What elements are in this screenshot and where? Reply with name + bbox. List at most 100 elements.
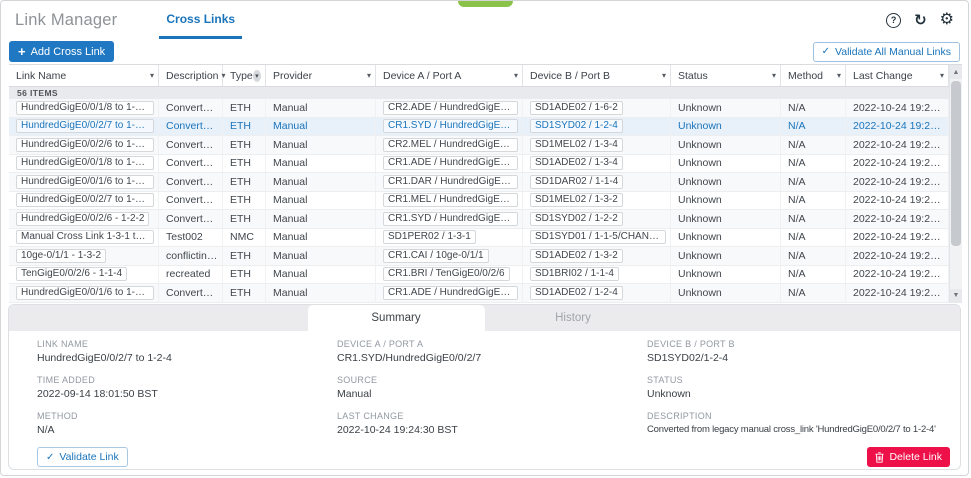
- cell-method: N/A: [781, 155, 846, 173]
- link-name-chip: Manual Cross Link 1-3-1 to 1-1-5/CHA...: [16, 230, 154, 244]
- table-row[interactable]: HundredGigE0/0/2/6 - 1-2-2 Converted fr.…: [9, 210, 949, 229]
- cell-type: NMC: [223, 229, 266, 247]
- cell-status: Unknown: [671, 155, 781, 173]
- tab-cross-links[interactable]: Cross Links: [159, 1, 242, 39]
- detail-tabstrip: Summary History: [9, 305, 960, 331]
- cell-link-name: HundredGigE0/0/1/6 to 1-2-4: [9, 284, 159, 302]
- vertical-scrollbar[interactable]: ▲ ▼: [949, 65, 962, 303]
- column-header-description[interactable]: Description▾: [159, 65, 223, 86]
- table-row[interactable]: HundredGigE0/0/1/6 to 1-1-4 Converted fr…: [9, 173, 949, 192]
- cell-status: Unknown: [671, 136, 781, 154]
- cell-description: Test002: [159, 229, 223, 247]
- cell-last-change: 2022-10-24 19:24:30 BST: [846, 247, 949, 265]
- cell-last-change: 2022-10-24 19:24:30 BST: [846, 136, 949, 154]
- device-a-chip: CR1.BRI / TenGigE0/0/2/6: [383, 267, 510, 281]
- device-b-chip: SD1ADE02 / 1-2-4: [530, 286, 623, 300]
- column-header-device-b[interactable]: Device B / Port B▾: [523, 65, 671, 86]
- tab-summary[interactable]: Summary: [308, 305, 485, 331]
- cell-device-b: SD1ADE02 / 1-2-4: [523, 284, 671, 302]
- detail-buttons: ✓ Validate Link Delete Link: [9, 447, 960, 470]
- table-row[interactable]: HundredGigE0/0/1/6 to 1-2-4 Converted fr…: [9, 284, 949, 303]
- chevron-down-icon: ▾: [659, 71, 666, 80]
- cell-status: Unknown: [671, 229, 781, 247]
- column-header-status[interactable]: Status▾: [671, 65, 781, 86]
- link-name-chip: 10ge-0/1/1 - 1-3-2: [16, 249, 106, 263]
- cell-provider: Manual: [266, 99, 376, 117]
- device-a-chip: CR2.MEL / HundredGigE0/0/2/6: [383, 138, 518, 152]
- cell-device-a: CR1.DAR / HundredGigE0/0/1/6: [376, 173, 523, 191]
- cell-last-change: 2022-10-24 19:24:30 BST: [846, 210, 949, 228]
- scrollbar-thumb[interactable]: [951, 81, 961, 246]
- cell-description: Converted fr...: [159, 173, 223, 191]
- table-row[interactable]: HundredGigE0/0/1/8 to 1-6-2 Converted fr…: [9, 99, 949, 118]
- detail-field-status: STATUS Unknown: [647, 375, 948, 400]
- device-a-chip: CR1.DAR / HundredGigE0/0/1/6: [383, 175, 518, 189]
- scrollbar-up-button[interactable]: ▲: [950, 65, 962, 79]
- column-header-type[interactable]: Type▾: [223, 65, 266, 86]
- field-label: SOURCE: [337, 375, 647, 385]
- table-row[interactable]: 10ge-0/1/1 - 1-3-2 conflicting w... ETH …: [9, 247, 949, 266]
- cell-device-a: CR1.SYD / HundredGigE0/0/2/7: [376, 118, 523, 136]
- settings-icon[interactable]: ⚙: [940, 12, 954, 28]
- device-b-chip: SD1SYD02 / 1-2-2: [530, 212, 623, 226]
- refresh-icon[interactable]: ↻: [914, 13, 927, 28]
- filter-icon[interactable]: ▾: [253, 70, 261, 82]
- column-header-device-a[interactable]: Device A / Port A▾: [376, 65, 523, 86]
- table-row[interactable]: HundredGigE0/0/2/6 to 1-3-4 Converted fr…: [9, 136, 949, 155]
- validate-link-button[interactable]: ✓ Validate Link: [37, 447, 128, 467]
- chevron-down-icon: ▾: [937, 71, 944, 80]
- detail-column-left: LINK NAME HundredGigE0/0/2/7 to 1-2-4 TI…: [37, 339, 337, 447]
- cell-type: ETH: [223, 247, 266, 265]
- cell-provider: Manual: [266, 284, 376, 302]
- table-body: HundredGigE0/0/1/8 to 1-6-2 Converted fr…: [9, 99, 949, 303]
- table-header: Link Name▾ Description▾ Type▾ Provider▾ …: [9, 65, 949, 87]
- table-row[interactable]: Manual Cross Link 1-3-1 to 1-1-5/CHA... …: [9, 229, 949, 248]
- link-name-chip: TenGigE0/0/2/6 - 1-1-4: [16, 267, 127, 281]
- device-a-chip: CR1.CAI / 10ge-0/1/1: [383, 249, 489, 263]
- chevron-down-icon: ▾: [769, 71, 776, 80]
- field-label: TIME ADDED: [37, 375, 337, 385]
- field-label: DEVICE B / PORT B: [647, 339, 948, 349]
- cell-link-name: HundredGigE0/0/1/8 to 1-3-4: [9, 155, 159, 173]
- detail-panel: Summary History LINK NAME HundredGigE0/0…: [8, 304, 961, 470]
- device-a-chip: CR1.SYD / HundredGigE0/0/2/7: [383, 119, 518, 133]
- device-b-chip: SD1ADE02 / 1-3-4: [530, 156, 623, 170]
- cell-device-a: CR1.BRI / TenGigE0/0/2/6: [376, 266, 523, 284]
- cell-description: Converted fr...: [159, 284, 223, 302]
- link-name-chip: HundredGigE0/0/2/6 to 1-3-4: [16, 138, 154, 152]
- table-row[interactable]: HundredGigE0/0/1/8 to 1-3-4 Converted fr…: [9, 155, 949, 174]
- plus-icon: +: [18, 44, 26, 59]
- delete-link-button[interactable]: Delete Link: [867, 447, 950, 467]
- cell-type: ETH: [223, 99, 266, 117]
- column-header-method[interactable]: Method▾: [781, 65, 846, 86]
- detail-field-device-a: DEVICE A / PORT A CR1.SYD/HundredGigE0/0…: [337, 339, 647, 364]
- table-row[interactable]: HundredGigE0/0/2/7 to 1-3-2 Converted fr…: [9, 192, 949, 211]
- cell-last-change: 2022-10-24 19:29:19 BST: [846, 229, 949, 247]
- check-icon: ✓: [46, 452, 54, 463]
- device-a-chip: CR1.ADE / HundredGigE0/0/1/6: [383, 286, 518, 300]
- cell-device-a: CR1.SYD / HundredGigE0/0/2/6: [376, 210, 523, 228]
- scrollbar-down-button[interactable]: ▼: [950, 289, 962, 303]
- cell-status: Unknown: [671, 118, 781, 136]
- tab-history[interactable]: History: [485, 305, 662, 331]
- field-value: HundredGigE0/0/2/7 to 1-2-4: [37, 352, 337, 364]
- column-header-provider[interactable]: Provider▾: [266, 65, 376, 86]
- toast-indicator: [458, 1, 513, 7]
- add-cross-link-button[interactable]: + Add Cross Link: [9, 41, 114, 62]
- cell-link-name: HundredGigE0/0/2/6 - 1-2-2: [9, 210, 159, 228]
- table-row[interactable]: TenGigE0/0/2/6 - 1-1-4 recreated ETH Man…: [9, 266, 949, 285]
- cell-status: Unknown: [671, 210, 781, 228]
- table-row[interactable]: HundredGigE0/0/2/7 to 1-2-4 Converted fr…: [9, 118, 949, 137]
- cross-links-table: Link Name▾ Description▾ Type▾ Provider▾ …: [9, 64, 962, 303]
- column-header-last-change[interactable]: Last Change▾: [846, 65, 949, 86]
- cell-device-a: CR1.ADE / HundredGigE0/0/1/6: [376, 284, 523, 302]
- help-icon[interactable]: ?: [886, 13, 901, 28]
- summary-content: LINK NAME HundredGigE0/0/2/7 to 1-2-4 TI…: [9, 331, 960, 447]
- validate-all-manual-links-button[interactable]: ✓ Validate All Manual Links: [813, 42, 960, 62]
- detail-field-description: DESCRIPTION Converted from legacy manual…: [647, 411, 948, 435]
- field-label: DEVICE A / PORT A: [337, 339, 647, 349]
- cell-link-name: 10ge-0/1/1 - 1-3-2: [9, 247, 159, 265]
- column-header-link-name[interactable]: Link Name▾: [9, 65, 159, 86]
- cell-method: N/A: [781, 173, 846, 191]
- device-a-chip: CR1.MEL / HundredGigE0/0/2/7: [383, 193, 518, 207]
